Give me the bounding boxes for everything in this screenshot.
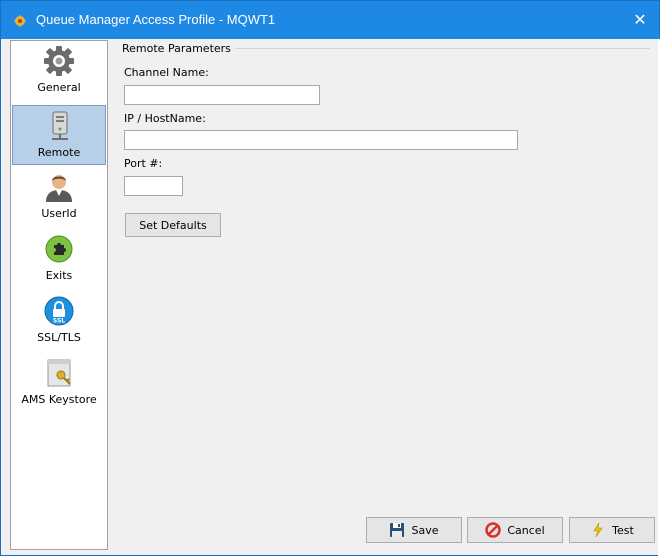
profile-sidebar: General Remote UserId Exits SSL SSL/TLS … bbox=[10, 40, 108, 550]
window-title: Queue Manager Access Profile - MQWT1 bbox=[36, 12, 276, 27]
cancel-button[interactable]: Cancel bbox=[467, 517, 563, 543]
puzzle-icon bbox=[45, 235, 73, 263]
sidebar-item-label: Remote bbox=[37, 146, 81, 159]
test-button[interactable]: Test bbox=[569, 517, 655, 543]
save-button[interactable]: Save bbox=[366, 517, 462, 543]
sidebar-item-label: UserId bbox=[41, 207, 77, 220]
sidebar-item-exits[interactable]: Exits bbox=[12, 229, 106, 289]
set-defaults-label: Set Defaults bbox=[139, 218, 207, 232]
keystore-key-icon bbox=[47, 359, 71, 387]
test-label: Test bbox=[612, 523, 634, 537]
sidebar-item-userid[interactable]: UserId bbox=[12, 167, 106, 227]
set-defaults-button[interactable]: Set Defaults bbox=[125, 213, 221, 237]
sidebar-item-label: General bbox=[37, 81, 81, 94]
close-icon[interactable]: ✕ bbox=[621, 1, 659, 39]
dialog-window: Queue Manager Access Profile - MQWT1 ✕ G… bbox=[0, 0, 660, 556]
gear-icon bbox=[44, 46, 74, 76]
group-divider bbox=[230, 48, 650, 49]
computer-tower-icon bbox=[52, 111, 68, 140]
port-label: Port #: bbox=[124, 157, 163, 170]
lightning-bolt-icon bbox=[593, 522, 603, 538]
group-title: Remote Parameters bbox=[122, 42, 235, 55]
ssl-lock-icon: SSL bbox=[44, 296, 74, 326]
title-bar[interactable]: Queue Manager Access Profile - MQWT1 ✕ bbox=[1, 1, 659, 39]
cancel-icon bbox=[485, 522, 502, 538]
app-icon bbox=[13, 14, 27, 28]
sidebar-item-remote[interactable]: Remote bbox=[12, 105, 106, 165]
floppy-disk-icon bbox=[390, 523, 405, 537]
sidebar-item-ssl-tls[interactable]: SSL SSL/TLS bbox=[12, 291, 106, 351]
cancel-label: Cancel bbox=[507, 523, 545, 537]
host-label: IP / HostName: bbox=[124, 112, 206, 125]
user-icon bbox=[46, 175, 72, 202]
host-input[interactable] bbox=[124, 130, 518, 150]
channel-name-input[interactable] bbox=[124, 85, 320, 105]
sidebar-item-label: AMS Keystore bbox=[21, 393, 97, 406]
sidebar-item-label: SSL/TLS bbox=[37, 331, 81, 344]
sidebar-item-ams-keystore[interactable]: AMS Keystore bbox=[12, 353, 106, 413]
svg-text:SSL: SSL bbox=[53, 318, 65, 325]
channel-name-label: Channel Name: bbox=[124, 66, 209, 79]
port-input[interactable] bbox=[124, 176, 183, 196]
remote-parameters-panel: Remote Parameters Channel Name: IP / Hos… bbox=[110, 40, 658, 550]
sidebar-item-general[interactable]: General bbox=[12, 41, 106, 101]
save-label: Save bbox=[411, 523, 439, 537]
sidebar-item-label: Exits bbox=[45, 269, 73, 282]
